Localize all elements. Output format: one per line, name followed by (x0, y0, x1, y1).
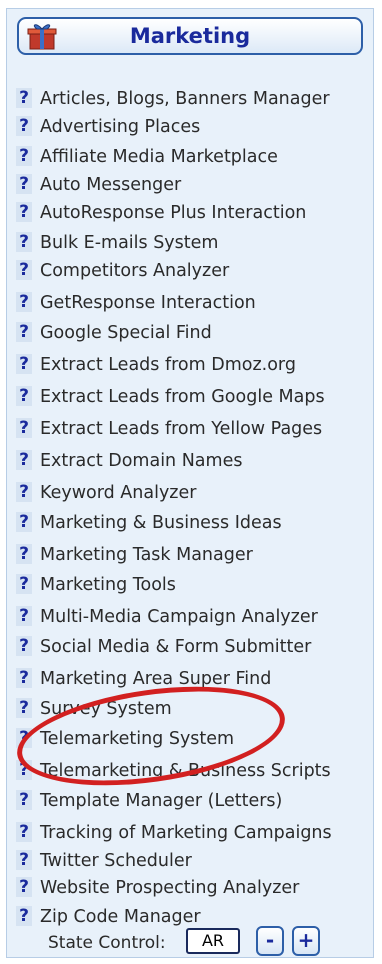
menu-item-label: Survey System (40, 699, 172, 719)
menu-item-label: Extract Leads from Yellow Pages (40, 419, 323, 439)
menu-item-label: Articles, Blogs, Banners Manager (40, 89, 330, 109)
help-icon[interactable]: ? (16, 877, 32, 897)
menu-item[interactable]: ? AutoResponse Plus Interaction (16, 202, 306, 224)
help-icon[interactable]: ? (16, 906, 32, 926)
help-icon[interactable]: ? (16, 354, 32, 374)
menu-item-label: Marketing Task Manager (40, 545, 253, 565)
menu-item-label: Template Manager (Letters) (40, 791, 283, 811)
help-icon[interactable]: ? (16, 146, 32, 166)
menu-item-label: GetResponse Interaction (40, 293, 256, 313)
help-icon[interactable]: ? (16, 450, 32, 470)
menu-item[interactable]: ? Extract Leads from Yellow Pages (16, 418, 322, 440)
menu-item-label: Affiliate Media Marketplace (40, 147, 278, 167)
help-icon[interactable]: ? (16, 202, 32, 222)
menu-item-label: Telemarketing & Business Scripts (40, 761, 331, 781)
menu-item[interactable]: ? Telemarketing System (16, 728, 234, 750)
help-icon[interactable]: ? (16, 668, 32, 688)
help-icon[interactable]: ? (16, 698, 32, 718)
help-icon[interactable]: ? (16, 232, 32, 252)
menu-item[interactable]: ? Tracking of Marketing Campaigns (16, 822, 332, 844)
help-icon[interactable]: ? (16, 418, 32, 438)
menu-item-label: Telemarketing System (40, 729, 235, 749)
menu-item[interactable]: ? Advertising Places (16, 116, 200, 138)
menu-item-label: Competitors Analyzer (40, 261, 230, 281)
help-icon[interactable]: ? (16, 322, 32, 342)
menu-item[interactable]: ? Extract Domain Names (16, 450, 242, 472)
help-icon[interactable]: ? (16, 482, 32, 502)
menu-item[interactable]: ? Google Special Find (16, 322, 212, 344)
help-icon[interactable]: ? (16, 636, 32, 656)
menu-item[interactable]: ? Marketing & Business Ideas (16, 512, 282, 534)
menu-item-label: Marketing & Business Ideas (40, 513, 282, 533)
increment-button[interactable]: + (292, 926, 320, 956)
menu-item[interactable]: ? Marketing Tools (16, 574, 176, 596)
menu-item[interactable]: ? Website Prospecting Analyzer (16, 877, 299, 899)
menu-item-label: Google Special Find (40, 323, 212, 343)
menu-item[interactable]: ? Marketing Area Super Find (16, 668, 271, 690)
menu-item[interactable]: ? Articles, Blogs, Banners Manager (16, 88, 330, 110)
menu-item-label: Marketing Tools (40, 575, 176, 595)
menu-item-label: Bulk E-mails System (40, 233, 219, 253)
help-icon[interactable]: ? (16, 822, 32, 842)
help-icon[interactable]: ? (16, 260, 32, 280)
menu-item[interactable]: ? Telemarketing & Business Scripts (16, 760, 331, 782)
state-control-label: State Control: (48, 933, 166, 953)
menu-item-label: AutoResponse Plus Interaction (40, 203, 307, 223)
help-icon[interactable]: ? (16, 790, 32, 810)
menu-item[interactable]: ? Social Media & Form Submitter (16, 636, 311, 658)
state-code-input[interactable]: AR (186, 928, 240, 954)
menu-item[interactable]: ? Extract Leads from Google Maps (16, 386, 325, 408)
menu-item[interactable]: ? Multi-Media Campaign Analyzer (16, 606, 318, 628)
menu-item-label: Extract Leads from Google Maps (40, 387, 325, 407)
help-icon[interactable]: ? (16, 544, 32, 564)
menu-item-label: Zip Code Manager (40, 907, 201, 927)
decrement-button[interactable]: - (256, 926, 284, 956)
help-icon[interactable]: ? (16, 760, 32, 780)
menu-item-label: Auto Messenger (40, 175, 182, 195)
help-icon[interactable]: ? (16, 728, 32, 748)
menu-item[interactable]: ? Twitter Scheduler (16, 850, 192, 872)
menu-item[interactable]: ? Keyword Analyzer (16, 482, 196, 504)
menu-item[interactable]: ? Bulk E-mails System (16, 232, 218, 254)
help-icon[interactable]: ? (16, 574, 32, 594)
menu-item-label: Tracking of Marketing Campaigns (40, 823, 332, 843)
help-icon[interactable]: ? (16, 116, 32, 136)
menu-item-label: Twitter Scheduler (40, 851, 192, 871)
menu-item[interactable]: ? Extract Leads from Dmoz.org (16, 354, 296, 376)
menu-item[interactable]: ? Survey System (16, 698, 172, 720)
help-icon[interactable]: ? (16, 512, 32, 532)
help-icon[interactable]: ? (16, 386, 32, 406)
menu-item[interactable]: ? Marketing Task Manager (16, 544, 253, 566)
menu-item-label: Marketing Area Super Find (40, 669, 272, 689)
menu-item-label: Website Prospecting Analyzer (40, 878, 300, 898)
help-icon[interactable]: ? (16, 174, 32, 194)
help-icon[interactable]: ? (16, 88, 32, 108)
menu-item[interactable]: ? Auto Messenger (16, 174, 181, 196)
help-icon[interactable]: ? (16, 292, 32, 312)
menu-item[interactable]: ? Affiliate Media Marketplace (16, 146, 278, 168)
menu-item[interactable]: ? Template Manager (Letters) (16, 790, 282, 812)
help-icon[interactable]: ? (16, 850, 32, 870)
panel-title: Marketing (129, 24, 251, 48)
menu-item-label: Keyword Analyzer (40, 483, 197, 503)
menu-item-label: Extract Domain Names (40, 451, 243, 471)
menu-item-label: Advertising Places (40, 117, 201, 137)
panel-header: Marketing (17, 17, 363, 55)
menu-item-label: Extract Leads from Dmoz.org (40, 355, 296, 375)
menu-item[interactable]: ? Competitors Analyzer (16, 260, 229, 282)
help-icon[interactable]: ? (16, 606, 32, 626)
menu-item-label: Multi-Media Campaign Analyzer (40, 607, 318, 627)
menu-item-label: Social Media & Form Submitter (40, 637, 312, 657)
menu-item[interactable]: ? GetResponse Interaction (16, 292, 256, 314)
menu-item[interactable]: ? Zip Code Manager (16, 906, 201, 928)
